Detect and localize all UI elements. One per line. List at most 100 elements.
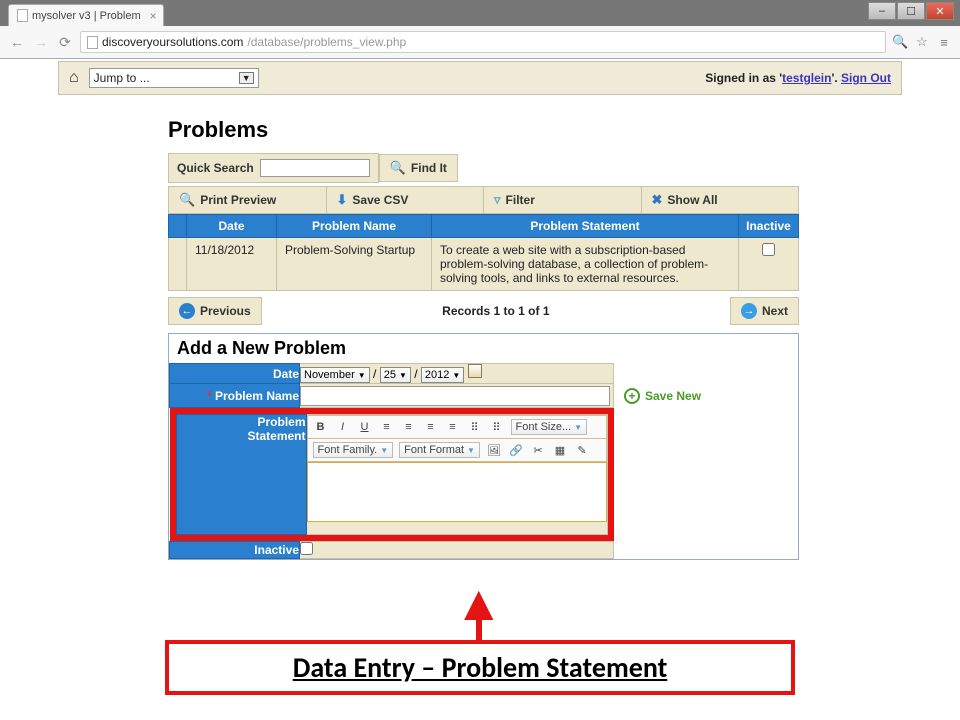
quick-search-input[interactable] — [260, 159, 370, 177]
find-it-label: Find It — [411, 161, 447, 175]
zoom-icon[interactable]: 🔍 — [892, 34, 908, 50]
jump-to-select[interactable]: Jump to ... ▼ — [89, 68, 259, 88]
font-format-select[interactable]: Font Format▼ — [399, 442, 480, 458]
url-path: /database/problems_view.php — [247, 35, 406, 49]
username-link[interactable]: testglein — [782, 71, 831, 85]
year-select[interactable]: 2012▼ — [421, 367, 464, 383]
bold-icon[interactable]: B — [313, 419, 329, 435]
cell-name: Problem-Solving Startup — [277, 238, 432, 291]
font-size-select[interactable]: Font Size...▼ — [511, 419, 588, 435]
back-button[interactable]: ← — [8, 34, 26, 50]
editor-toolbar-1: B I U ≡ ≡ ≡ ≡ ⠿ ⠿ Fo — [307, 415, 607, 439]
add-problem-panel: Add a New Problem Date November▼ / 25▼ /… — [168, 333, 799, 560]
quick-search-label: Quick Search — [177, 161, 254, 175]
table-header-row: Date Problem Name Problem Statement Inac… — [169, 215, 799, 238]
site-icon — [87, 36, 98, 49]
image-icon[interactable]: 🖼 — [486, 442, 502, 458]
previous-button[interactable]: ← Previous — [168, 297, 262, 325]
table-icon[interactable]: ▦ — [552, 442, 568, 458]
value-problem-name — [300, 384, 614, 408]
minimize-button[interactable]: – — [868, 2, 896, 20]
label-problem-name: * Problem Name — [170, 384, 300, 408]
form-inactive-checkbox[interactable] — [300, 542, 313, 555]
save-new-label: Save New — [645, 389, 701, 403]
label-date: Date — [170, 364, 300, 384]
tab-bar: mysolver v3 | Problem × – ☐ ✕ — [0, 0, 960, 26]
menu-icon[interactable]: ≡ — [936, 35, 952, 50]
header-inactive[interactable]: Inactive — [739, 215, 799, 238]
find-it-button[interactable]: 🔍 Find It — [379, 154, 458, 182]
underline-icon[interactable]: U — [357, 419, 373, 435]
close-window-button[interactable]: ✕ — [926, 2, 954, 20]
url-input[interactable]: discoveryoursolutions.com/database/probl… — [80, 31, 886, 53]
quick-search-row: Quick Search 🔍 Find It — [168, 153, 902, 183]
bookmark-icon[interactable]: ☆ — [914, 34, 930, 50]
header-blank — [169, 215, 187, 238]
add-heading: Add a New Problem — [169, 334, 798, 363]
source-icon[interactable]: ✎ — [574, 442, 590, 458]
calendar-icon[interactable] — [468, 364, 482, 378]
plus-icon: + — [624, 388, 640, 404]
previous-label: Previous — [200, 304, 251, 318]
day-select[interactable]: 25▼ — [380, 367, 411, 383]
cell-date: 11/18/2012 — [187, 238, 277, 291]
filter-button[interactable]: ▿ Filter — [484, 186, 642, 214]
search-icon: 🔍 — [390, 160, 406, 176]
annotation-caption: Data Entry – Problem Statement — [293, 650, 668, 685]
search-icon: 🔍 — [179, 192, 195, 208]
annotation-caption-box: Data Entry – Problem Statement — [165, 640, 795, 695]
cell-blank — [169, 238, 187, 291]
print-preview-button[interactable]: 🔍 Print Preview — [168, 186, 327, 214]
save-csv-button[interactable]: ⬇ Save CSV — [327, 186, 485, 214]
forward-button[interactable]: → — [32, 34, 50, 50]
page-title: Problems — [168, 117, 902, 143]
arrow-right-icon: → — [741, 303, 757, 319]
month-select[interactable]: November▼ — [300, 367, 370, 383]
next-label: Next — [762, 304, 788, 318]
problem-statement-editor[interactable] — [307, 462, 607, 522]
browser-chrome: mysolver v3 | Problem × – ☐ ✕ ← → ⟳ disc… — [0, 0, 960, 59]
value-problem-statement: B I U ≡ ≡ ≡ ≡ ⠿ ⠿ Fo — [306, 415, 607, 535]
download-icon: ⬇ — [337, 192, 348, 208]
label-inactive: Inactive — [170, 542, 300, 559]
ordered-list-icon[interactable]: ⠿ — [467, 419, 483, 435]
unordered-list-icon[interactable]: ⠿ — [489, 419, 505, 435]
records-label: Records 1 to 1 of 1 — [442, 304, 549, 318]
clear-icon: ✖ — [652, 192, 663, 208]
save-new-button[interactable]: + Save New — [624, 388, 701, 404]
align-justify-icon[interactable]: ≡ — [445, 419, 461, 435]
font-family-select[interactable]: Font Family.▼ — [313, 442, 394, 458]
url-host: discoveryoursolutions.com — [102, 35, 243, 49]
align-right-icon[interactable]: ≡ — [423, 419, 439, 435]
sign-out-link[interactable]: Sign Out — [841, 71, 891, 85]
funnel-icon: ▿ — [494, 192, 501, 208]
chevron-down-icon: ▼ — [239, 72, 254, 84]
show-all-button[interactable]: ✖ Show All — [642, 186, 800, 214]
align-left-icon[interactable]: ≡ — [379, 419, 395, 435]
header-name[interactable]: Problem Name — [277, 215, 432, 238]
browser-tab[interactable]: mysolver v3 | Problem × — [8, 4, 164, 26]
paging-row: ← Previous Records 1 to 1 of 1 → Next — [168, 297, 799, 325]
header-date[interactable]: Date — [187, 215, 277, 238]
align-center-icon[interactable]: ≡ — [401, 419, 417, 435]
italic-icon[interactable]: I — [335, 419, 351, 435]
app-navbar: ⌂ Jump to ... ▼ Signed in as 'testglein'… — [58, 61, 902, 95]
print-preview-label: Print Preview — [200, 193, 276, 207]
next-button[interactable]: → Next — [730, 297, 799, 325]
page-icon — [17, 9, 28, 22]
header-statement[interactable]: Problem Statement — [432, 215, 739, 238]
table-row[interactable]: 11/18/2012 Problem-Solving Startup To cr… — [169, 238, 799, 291]
maximize-button[interactable]: ☐ — [897, 2, 925, 20]
home-icon[interactable]: ⌂ — [69, 69, 79, 87]
tab-close-icon[interactable]: × — [150, 9, 157, 23]
link-icon[interactable]: 🔗 — [508, 442, 524, 458]
arrow-left-icon: ← — [179, 303, 195, 319]
unlink-icon[interactable]: ✂ — [530, 442, 546, 458]
window-controls: – ☐ ✕ — [868, 2, 954, 20]
problem-name-input[interactable] — [300, 386, 610, 406]
inactive-checkbox[interactable] — [762, 243, 775, 256]
cell-inactive — [739, 238, 799, 291]
annotation-arrow: ▲ — [454, 588, 504, 643]
reload-button[interactable]: ⟳ — [56, 34, 74, 51]
highlight-box: Problem Statement B I U ≡ ≡ ≡ — [170, 408, 614, 541]
